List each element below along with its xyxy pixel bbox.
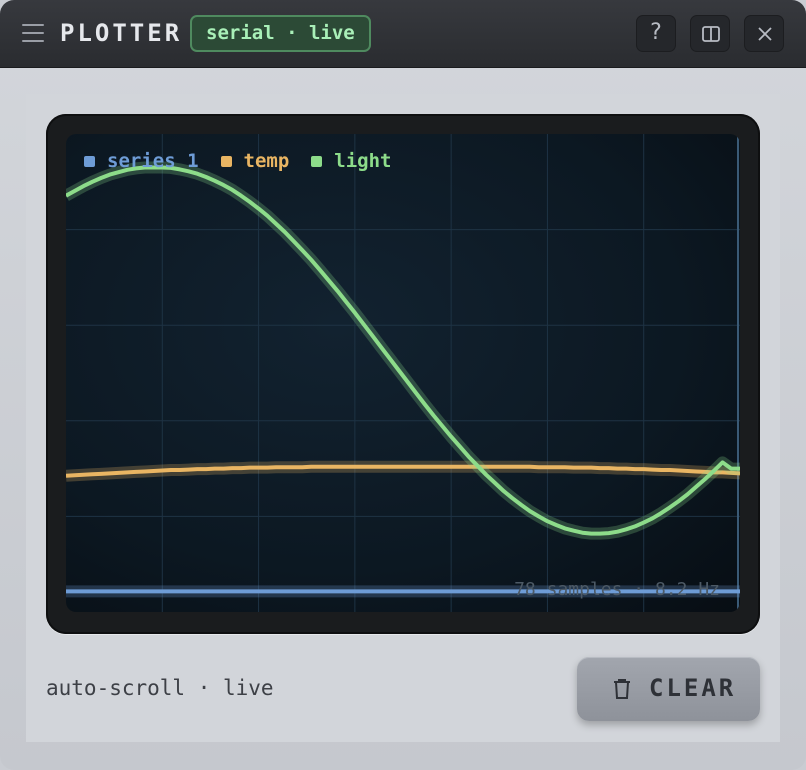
legend-label: light xyxy=(334,150,392,172)
split-view-button[interactable] xyxy=(690,15,730,52)
title-bar: PLOTTER serial · live ? xyxy=(0,0,806,68)
legend-item: series 1 xyxy=(84,150,199,172)
trash-icon xyxy=(614,679,630,699)
auto-scroll-label: auto-scroll · live xyxy=(46,676,274,700)
plot-chart xyxy=(66,134,740,612)
legend-item: temp xyxy=(220,150,290,172)
legend-swatch xyxy=(311,155,323,167)
clear-button[interactable]: CLEAR xyxy=(577,657,760,721)
help-button[interactable]: ? xyxy=(636,15,676,52)
legend-label: series 1 xyxy=(107,150,199,172)
clear-label: CLEAR xyxy=(649,674,737,702)
series-line-light xyxy=(66,165,740,536)
app-title: PLOTTER xyxy=(60,19,183,47)
legend-item: light xyxy=(311,150,391,172)
legend-label: temp xyxy=(243,150,290,172)
plot-bezel: series 1 temp light 78 samples · 8.2 Hz xyxy=(46,114,760,634)
sample-stats: 78 samples · 8.2 Hz xyxy=(514,579,720,600)
content-area: series 1 temp light 78 samples · 8.2 Hz au… xyxy=(26,94,780,742)
series-glow xyxy=(66,161,740,540)
legend-swatch xyxy=(84,155,95,167)
close-icon xyxy=(758,27,772,41)
status-badge: serial · live xyxy=(190,15,371,52)
close-button[interactable] xyxy=(744,15,784,52)
menu-icon[interactable] xyxy=(22,24,44,44)
plot-screen: series 1 temp light 78 samples · 8.2 Hz xyxy=(66,134,740,612)
help-icon: ? xyxy=(650,20,662,45)
legend-swatch xyxy=(220,155,232,167)
legend: series 1 temp light xyxy=(84,150,391,172)
split-view-icon xyxy=(702,26,720,42)
plotter-window: PLOTTER serial · live ? series 1 temp ligh… xyxy=(0,0,806,770)
